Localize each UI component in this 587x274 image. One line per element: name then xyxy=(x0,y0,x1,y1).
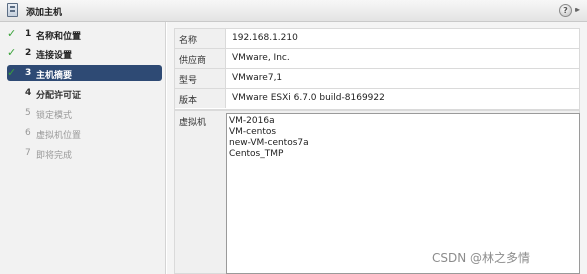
host-info-table: 名称 192.168.1.210 供应商 VMware, Inc. 型号 VMw… xyxy=(174,28,580,110)
step-label: 主机摘要 xyxy=(36,71,73,81)
watermark: CSDN @林之多情 xyxy=(432,251,531,265)
vm-label: 虚拟机 xyxy=(179,118,207,128)
check-icon: ✓ xyxy=(7,46,17,59)
info-value: VMware ESXi 6.7.0 build-8169922 xyxy=(232,93,385,103)
info-value: VMware7,1 xyxy=(232,73,283,83)
nav-step-host-summary[interactable]: ✓ 3 主机摘要 xyxy=(7,65,162,81)
step-label: 即将完成 xyxy=(36,151,73,161)
step-number: 7 xyxy=(25,148,31,158)
info-row-model: 型号 VMware7,1 xyxy=(175,69,579,89)
info-row-version: 版本 VMware ESXi 6.7.0 build-8169922 xyxy=(175,89,579,109)
add-host-dialog: 添加主机 ? ▸▸ ✓ 1 名称和位置 ✓ 2 连接设置 ✓ 3 主机摘要 4 … xyxy=(0,0,587,274)
step-number: 1 xyxy=(25,29,32,39)
info-key: 型号 xyxy=(175,69,226,88)
nav-step-lockdown-mode: 5 锁定模式 xyxy=(7,105,162,121)
info-key: 版本 xyxy=(175,89,226,108)
nav-step-vm-location: 6 虚拟机位置 xyxy=(7,125,162,141)
expand-arrows-icon[interactable]: ▸▸ xyxy=(575,5,580,14)
dialog-title: 添加主机 xyxy=(26,8,63,18)
info-value: VMware, Inc. xyxy=(232,53,290,63)
nav-step-connection-settings[interactable]: ✓ 2 连接设置 xyxy=(7,45,162,61)
step-number: 5 xyxy=(25,108,31,118)
list-item[interactable]: new-VM-centos7a xyxy=(229,138,577,149)
step-number: 4 xyxy=(25,88,32,98)
info-row-vendor: 供应商 VMware, Inc. xyxy=(175,49,579,69)
list-item[interactable]: Centos_TMP xyxy=(229,149,577,160)
title-bar: 添加主机 ? ▸▸ xyxy=(0,0,587,22)
nav-step-assign-license[interactable]: 4 分配许可证 xyxy=(7,85,162,101)
host-icon xyxy=(7,3,18,17)
nav-step-name-location[interactable]: ✓ 1 名称和位置 xyxy=(7,26,162,42)
info-key: 供应商 xyxy=(175,49,226,68)
step-number: 6 xyxy=(25,128,31,138)
step-number: 2 xyxy=(25,48,32,58)
list-item[interactable]: VM-centos xyxy=(229,127,577,138)
info-key: 名称 xyxy=(175,29,226,48)
step-label: 连接设置 xyxy=(36,51,73,61)
host-summary-panel: 名称 192.168.1.210 供应商 VMware, Inc. 型号 VMw… xyxy=(167,22,587,274)
step-label: 锁定模式 xyxy=(36,111,73,121)
check-icon: ✓ xyxy=(7,27,17,40)
step-label: 分配许可证 xyxy=(36,91,82,101)
info-value: 192.168.1.210 xyxy=(232,33,298,43)
list-item[interactable]: VM-2016a xyxy=(229,116,577,127)
step-label: 虚拟机位置 xyxy=(36,131,82,141)
info-row-name: 名称 192.168.1.210 xyxy=(175,29,579,49)
help-button[interactable]: ? xyxy=(559,4,572,17)
step-label: 名称和位置 xyxy=(36,32,82,42)
wizard-steps-nav: ✓ 1 名称和位置 ✓ 2 连接设置 ✓ 3 主机摘要 4 分配许可证 5 锁定… xyxy=(0,22,166,274)
check-icon: ✓ xyxy=(7,66,17,79)
nav-step-ready-to-complete: 7 即将完成 xyxy=(7,145,162,161)
step-number: 3 xyxy=(25,68,32,78)
